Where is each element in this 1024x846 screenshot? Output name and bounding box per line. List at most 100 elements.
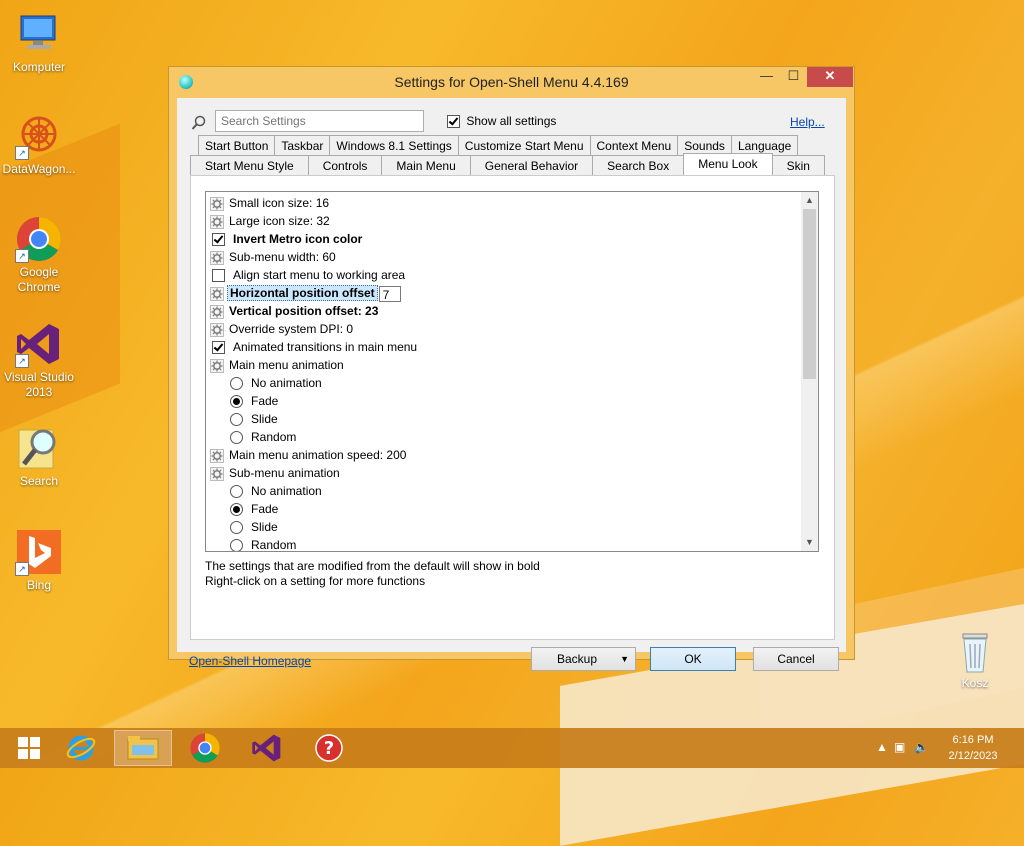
- help-link[interactable]: Help...: [790, 115, 825, 129]
- title-bar[interactable]: Settings for Open-Shell Menu 4.4.169 — ☐…: [169, 67, 854, 97]
- setting-checkbox[interactable]: [212, 269, 225, 283]
- tab-start-menu-style[interactable]: Start Menu Style: [190, 155, 309, 175]
- taskbar-internet-explorer[interactable]: [52, 730, 110, 766]
- desktop-icon-bing[interactable]: ↗ Bing: [1, 528, 77, 593]
- setting-gear-icon: [210, 466, 224, 481]
- tab-controls[interactable]: Controls: [307, 155, 383, 175]
- cancel-button[interactable]: Cancel: [753, 647, 839, 671]
- setting-radio-button[interactable]: [230, 503, 243, 517]
- settings-scrollbar[interactable]: ▲ ▼: [801, 192, 818, 551]
- desktop-icon-label: Google Chrome: [17, 265, 61, 294]
- setting-row[interactable]: Animated transitions in main menu: [210, 338, 417, 356]
- taskbar-clock[interactable]: 6:16 PM 2/12/2023: [938, 732, 1008, 764]
- desktop-icon-label: Bing: [26, 578, 52, 592]
- tab-context-menu[interactable]: Context Menu: [589, 135, 679, 155]
- setting-radio-button[interactable]: [230, 377, 243, 391]
- show-hidden-icons-chevron-icon[interactable]: ▲: [876, 740, 888, 754]
- minimize-button[interactable]: —: [753, 67, 780, 87]
- visual-studio-icon: [252, 734, 281, 762]
- setting-radio-button[interactable]: [230, 485, 243, 499]
- setting-row[interactable]: Small icon size: 16: [210, 194, 329, 212]
- tab-taskbar[interactable]: Taskbar: [274, 135, 331, 155]
- setting-label: Slide: [251, 520, 278, 534]
- setting-row[interactable]: Sub-menu animation: [210, 464, 340, 482]
- setting-row[interactable]: Align start menu to working area: [210, 266, 405, 284]
- setting-row[interactable]: Sub-menu width: 60: [210, 248, 336, 266]
- setting-label: No animation: [251, 484, 322, 498]
- setting-label: Animated transitions in main menu: [233, 340, 418, 354]
- tab-sounds[interactable]: Sounds: [677, 135, 732, 155]
- tab-start-button[interactable]: Start Button: [198, 135, 276, 155]
- shortcut-arrow-icon: ↗: [15, 146, 29, 160]
- setting-checkbox[interactable]: [212, 341, 225, 355]
- setting-row[interactable]: Slide: [230, 518, 278, 536]
- recycle-bin-icon: [955, 630, 995, 674]
- checkbox-icon[interactable]: [447, 115, 460, 129]
- setting-label: Random: [251, 430, 297, 444]
- setting-gear-icon: [210, 322, 224, 337]
- taskbar-chrome[interactable]: [176, 730, 234, 766]
- scroll-up-arrow-icon[interactable]: ▲: [801, 192, 818, 209]
- taskbar-visual-studio[interactable]: [238, 730, 296, 766]
- setting-radio-button[interactable]: [230, 395, 243, 409]
- tab-main-menu[interactable]: Main Menu: [381, 155, 471, 175]
- setting-label: Align start menu to working area: [233, 268, 406, 282]
- setting-row[interactable]: Main menu animation: [210, 356, 344, 374]
- datawagon-icon: ↗: [15, 112, 63, 160]
- setting-radio-button[interactable]: [230, 521, 243, 535]
- close-button[interactable]: ✕: [807, 67, 853, 87]
- desktop-icon-search[interactable]: Search: [1, 424, 77, 489]
- tab-customize-start-menu[interactable]: Customize Start Menu: [457, 135, 591, 155]
- setting-row[interactable]: Slide: [230, 410, 278, 428]
- scrollbar-thumb[interactable]: [803, 209, 816, 379]
- setting-gear-icon: [210, 448, 224, 463]
- desktop-icon-visual-studio[interactable]: ↗ Visual Studio 2013: [1, 320, 77, 400]
- backup-button[interactable]: Backup ▼: [531, 647, 636, 671]
- ok-button[interactable]: OK: [650, 647, 736, 671]
- network-icon[interactable]: ▣: [894, 740, 905, 754]
- show-all-settings-checkbox[interactable]: Show all settings: [447, 114, 556, 129]
- start-button[interactable]: [0, 730, 58, 766]
- desktop-icon-datawagon[interactable]: ↗ DataWagon...: [1, 112, 77, 177]
- settings-list[interactable]: ▲ ▼ Small icon size: 16 Large icon size: …: [205, 191, 819, 552]
- tab-general-behavior[interactable]: General Behavior: [469, 155, 594, 175]
- menu-look-tab-panel: ▲ ▼ Small icon size: 16 Large icon size: …: [190, 175, 835, 640]
- search-settings-input[interactable]: [215, 110, 424, 132]
- tab-skin[interactable]: Skin: [771, 155, 825, 175]
- tab-windows-8-1-settings[interactable]: Windows 8.1 Settings: [329, 135, 459, 155]
- setting-row[interactable]: Horizontal position offset 7: [210, 284, 401, 302]
- chrome-icon: ↗: [15, 215, 63, 263]
- setting-row[interactable]: No animation: [230, 374, 322, 392]
- setting-row[interactable]: Random: [230, 536, 296, 551]
- setting-row[interactable]: Override system DPI: 0: [210, 320, 353, 338]
- maximize-button[interactable]: ☐: [780, 67, 807, 87]
- setting-row[interactable]: Large icon size: 32: [210, 212, 330, 230]
- taskbar-help[interactable]: ?: [300, 730, 358, 766]
- desktop-icon-recycle-bin[interactable]: Kosz: [937, 630, 1013, 691]
- setting-row[interactable]: Invert Metro icon color: [210, 230, 362, 248]
- settings-window: Settings for Open-Shell Menu 4.4.169 — ☐…: [168, 66, 855, 671]
- desktop-icon-label: Kosz: [961, 676, 989, 690]
- desktop-icon-computer[interactable]: Komputer: [1, 10, 77, 75]
- open-shell-homepage-link[interactable]: Open-Shell Homepage: [189, 654, 311, 668]
- setting-checkbox[interactable]: [212, 233, 225, 247]
- setting-row[interactable]: Main menu animation speed: 200: [210, 446, 406, 464]
- dropdown-arrow-icon: ▼: [620, 654, 629, 664]
- setting-radio-button[interactable]: [230, 539, 243, 551]
- setting-radio-button[interactable]: [230, 413, 243, 427]
- tab-language[interactable]: Language: [730, 135, 799, 155]
- setting-radio-button[interactable]: [230, 431, 243, 445]
- tab-search-box[interactable]: Search Box: [592, 155, 685, 175]
- internet-explorer-icon: [66, 735, 96, 761]
- desktop-icon-chrome[interactable]: ↗ Google Chrome: [1, 215, 77, 295]
- tab-menu-look[interactable]: Menu Look: [683, 153, 773, 175]
- setting-row[interactable]: Fade: [230, 392, 278, 410]
- setting-row[interactable]: No animation: [230, 482, 322, 500]
- setting-row[interactable]: Random: [230, 428, 296, 446]
- setting-row[interactable]: Fade: [230, 500, 278, 518]
- setting-row[interactable]: Vertical position offset: 23: [210, 302, 378, 320]
- volume-icon[interactable]: 🔈: [914, 740, 929, 754]
- setting-value-edit-field[interactable]: 7: [378, 285, 401, 302]
- taskbar-file-explorer[interactable]: [114, 730, 172, 766]
- scroll-down-arrow-icon[interactable]: ▼: [801, 534, 818, 551]
